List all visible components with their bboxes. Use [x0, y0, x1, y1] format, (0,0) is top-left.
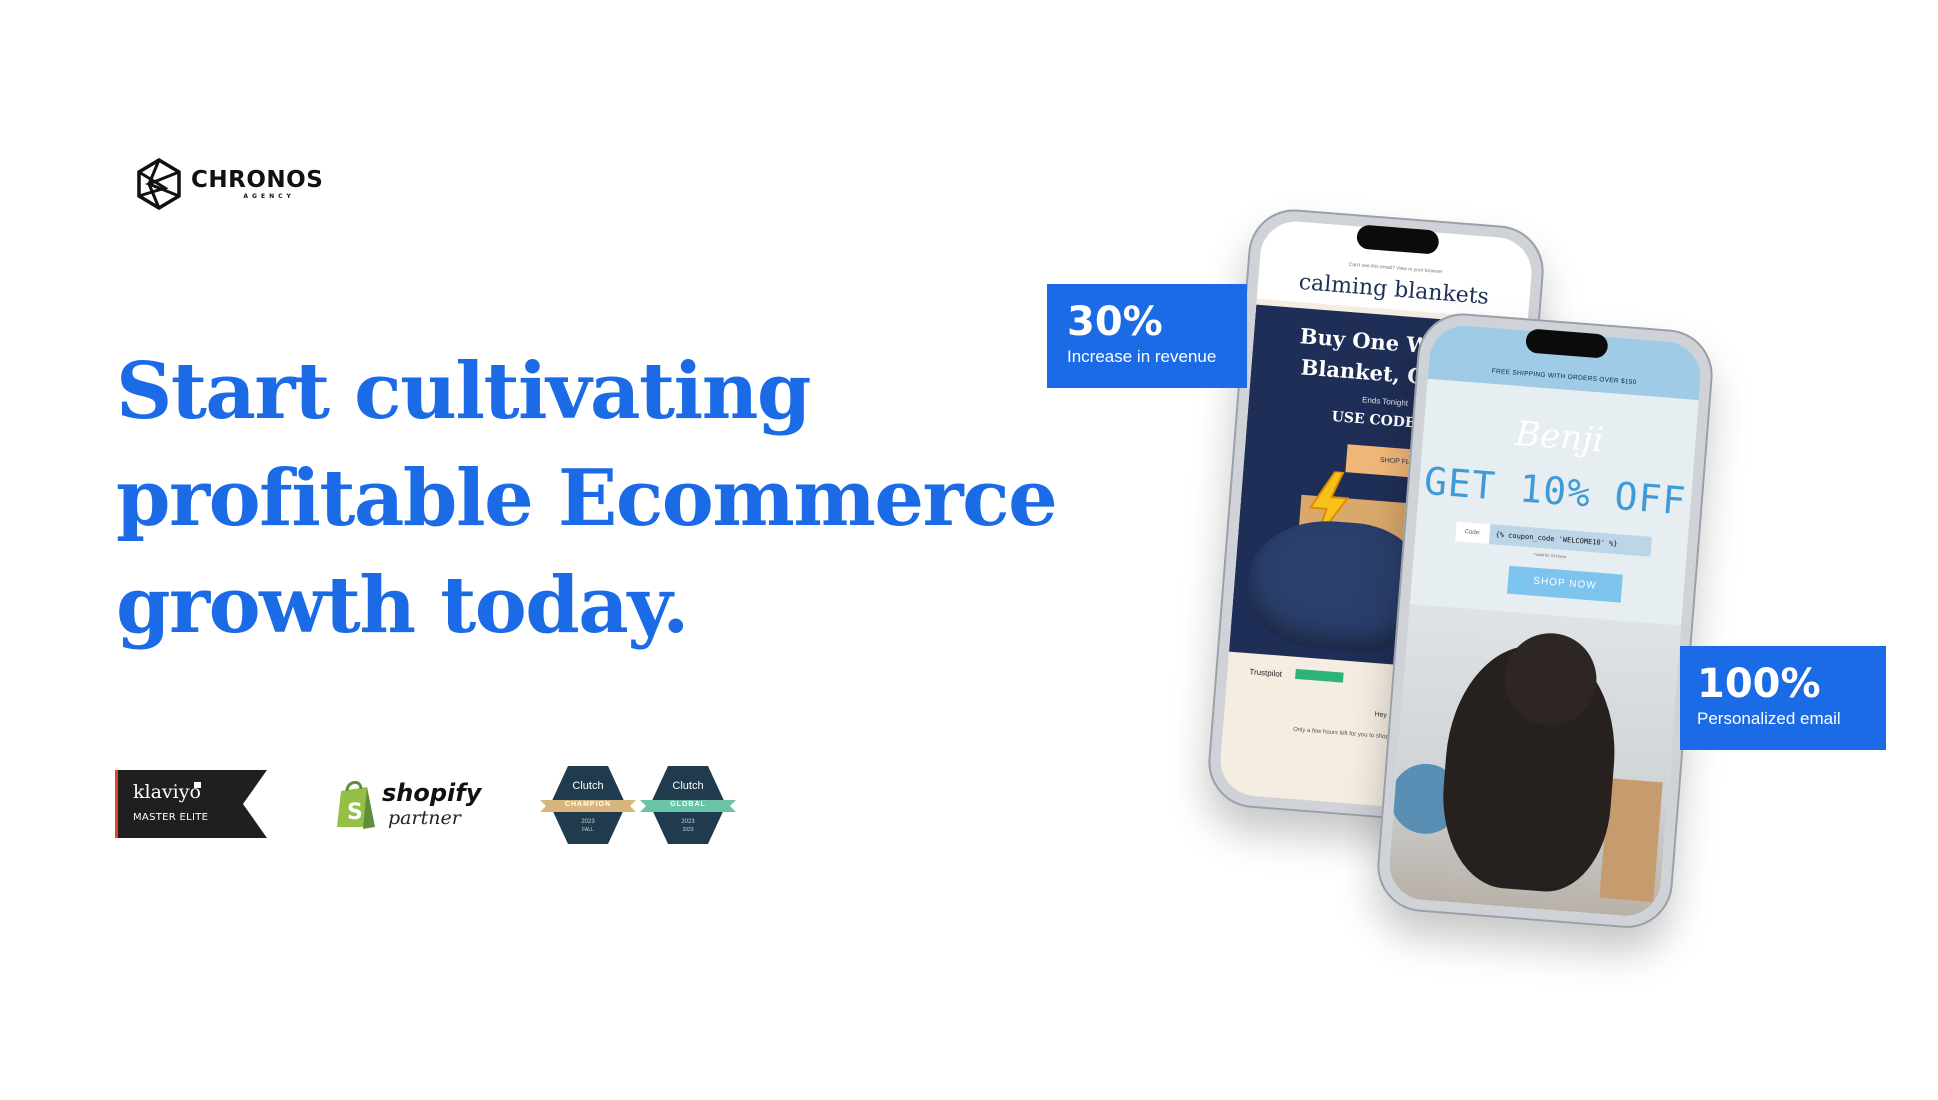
- stat-personalized-email: 100% Personalized email: [1680, 646, 1886, 750]
- clutch-name: Clutch: [572, 780, 604, 792]
- clutch-year: 2023: [581, 819, 595, 825]
- shopify-sub: partner: [388, 807, 461, 829]
- svg-text:S: S: [347, 800, 363, 825]
- shopify-name: shopify: [382, 779, 482, 807]
- chronos-logo-icon: [137, 158, 181, 210]
- logo-subtitle: AGENCY: [243, 192, 295, 200]
- clutch-ribbon-text: GLOBAL: [670, 801, 706, 808]
- clutch-region: FALL: [582, 827, 594, 833]
- klaviyo-name: klaviyo: [133, 781, 201, 803]
- stat-label: Increase in revenue: [1067, 347, 1217, 366]
- headline-line-2: profitable Ecommerce: [116, 453, 1058, 544]
- email-shop-now-button: SHOP NOW: [1507, 565, 1623, 603]
- headline-line-1: Start cultivating: [116, 346, 811, 437]
- shopify-partner-badge: S shopify partner: [333, 777, 483, 835]
- clutch-year: 2023: [681, 819, 695, 825]
- klaviyo-master-elite-badge: klaviyo MASTER ELITE: [115, 770, 267, 838]
- trustpilot-stars-icon: [1295, 668, 1344, 683]
- chronos-logo[interactable]: CHRONOS AGENCY: [135, 158, 323, 210]
- stat-revenue-increase: 30% Increase in revenue: [1047, 284, 1247, 388]
- coupon-code-label: Code:: [1454, 521, 1491, 545]
- stat-value: 100%: [1697, 661, 1821, 707]
- clutch-global-badge: Clutch GLOBAL 2023 2023: [640, 764, 736, 846]
- stat-label: Personalized email: [1697, 709, 1841, 728]
- email-greeting: Hey: [1374, 711, 1388, 720]
- clutch-champion-badge: Clutch CHAMPION 2023 FALL: [540, 764, 636, 846]
- klaviyo-tier: MASTER ELITE: [133, 812, 209, 823]
- hero-headline: Start cultivating profitable Ecommerce g…: [116, 338, 1076, 659]
- clutch-region: 2023: [682, 827, 694, 833]
- clutch-name: Clutch: [672, 780, 704, 792]
- phone-mockup-benji: FREE SHIPPING WITH ORDERS OVER $150 Benj…: [1373, 310, 1717, 932]
- clutch-ribbon-text: CHAMPION: [564, 801, 612, 808]
- email-brand: Benji: [1513, 413, 1606, 461]
- phone-screen: FREE SHIPPING WITH ORDERS OVER $150 Benj…: [1386, 322, 1704, 919]
- headline-line-3: growth today.: [116, 560, 689, 651]
- stat-value: 30%: [1067, 299, 1163, 345]
- trustpilot-label: Trustpilot: [1249, 667, 1283, 679]
- shopify-bag-icon: S: [337, 781, 375, 829]
- discount-offer-text: GET 10% OFF: [1422, 458, 1688, 524]
- logo-name: CHRONOS: [191, 166, 324, 193]
